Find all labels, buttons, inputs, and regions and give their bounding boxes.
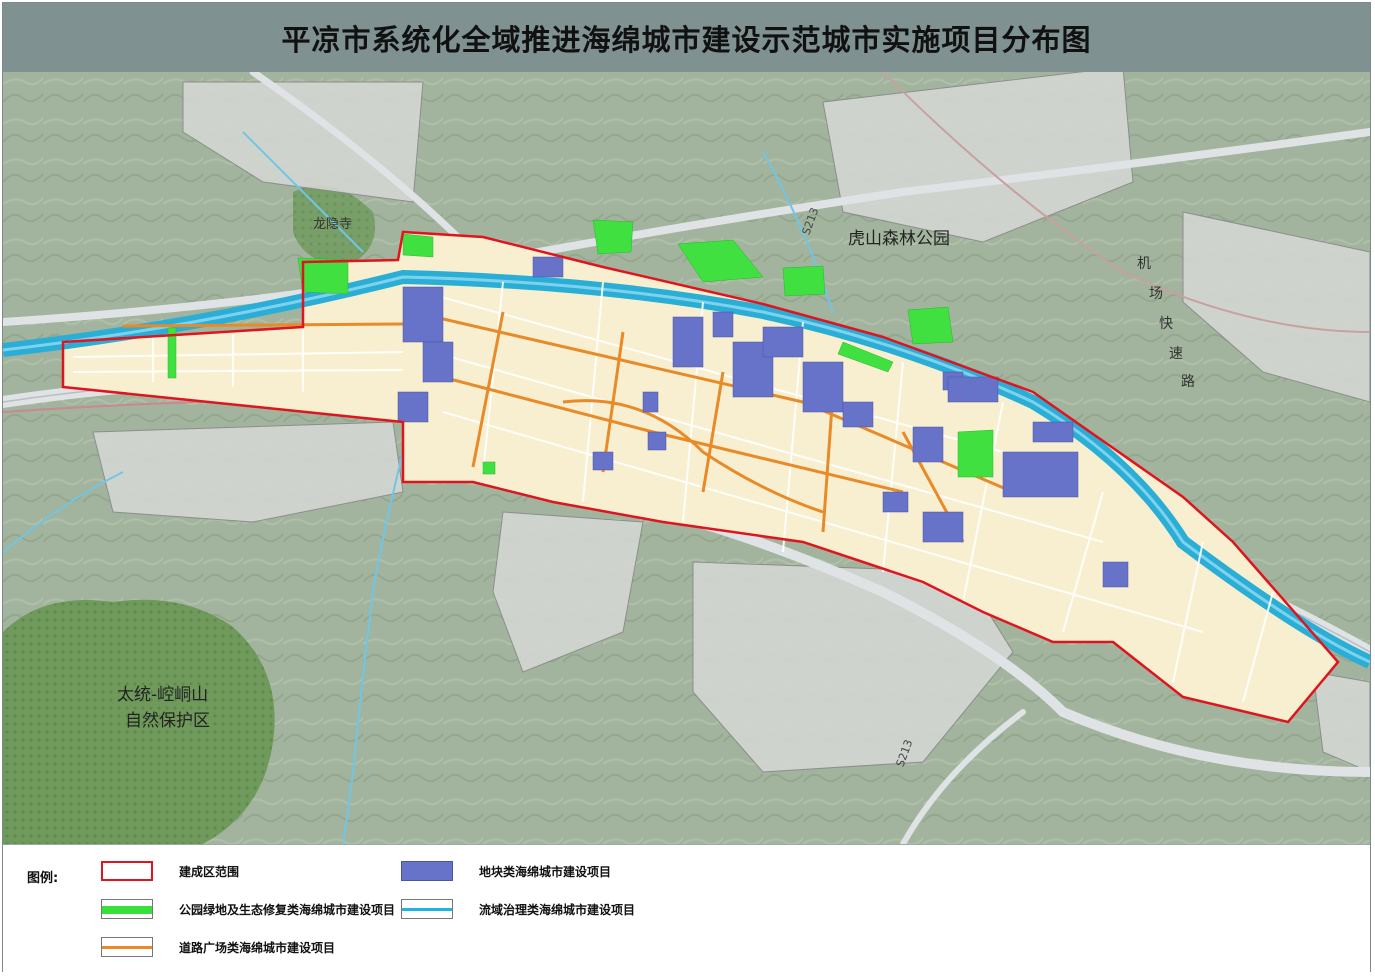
legend-item-river: 流域治理类海绵城市建设项目 [401,899,635,919]
legend-item-boundary: 建成区范围 [101,861,239,881]
river-swatch [401,899,453,919]
map-svg: 龙隐寺 虎山森林公园 S213 S213 机 场 快 速 路 太统-崆峒山 自然… [3,72,1370,844]
legend: 图例: 建成区范围 地块类海绵城市建设项目 公园绿地及生态修复类海绵城市建设项目… [3,844,1370,973]
map-canvas[interactable]: 龙隐寺 虎山森林公园 S213 S213 机 场 快 速 路 太统-崆峒山 自然… [3,72,1370,844]
legend-item-green: 公园绿地及生态修复类海绵城市建设项目 [101,899,395,919]
boundary-swatch [101,861,153,881]
block-swatch [401,861,453,881]
park-label: 虎山森林公园 [848,229,950,249]
svg-text:机: 机 [1137,256,1151,272]
svg-text:速: 速 [1169,346,1183,362]
svg-text:快: 快 [1159,316,1173,332]
legend-item-block: 地块类海绵城市建设项目 [401,861,611,881]
svg-text:路: 路 [1181,374,1195,390]
reserve-label-line2: 自然保护区 [125,711,210,731]
map-title: 平凉市系统化全域推进海绵城市建设示范城市实施项目分布图 [281,22,1092,57]
green-swatch [101,899,153,919]
road-swatch [101,937,153,957]
temple-label: 龙隐寺 [313,217,352,232]
reserve-label-line1: 太统-崆峒山 [117,685,208,705]
legend-title: 图例: [27,871,59,886]
svg-text:场: 场 [1149,286,1163,302]
legend-item-road: 道路广场类海绵城市建设项目 [101,937,335,957]
title-bar: 平凉市系统化全域推进海绵城市建设示范城市实施项目分布图 [3,3,1370,72]
